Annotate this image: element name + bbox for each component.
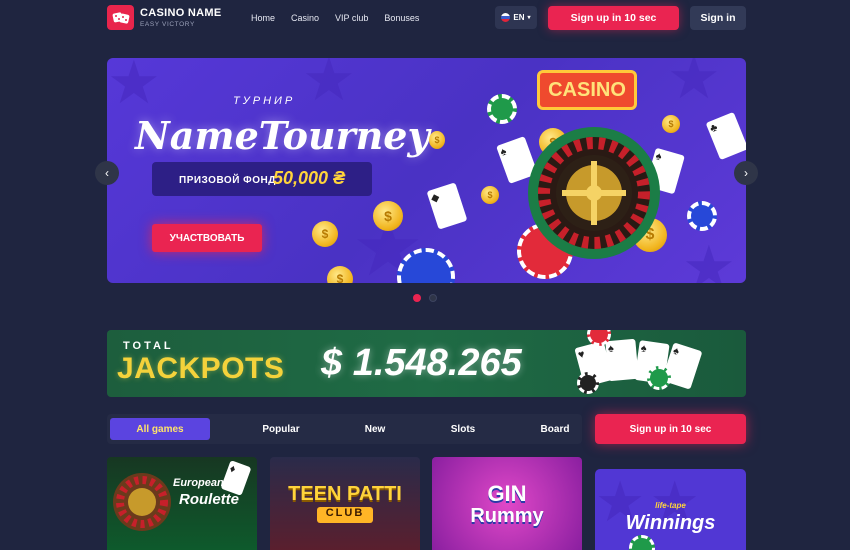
dice-logo-icon[interactable] [107,5,134,30]
jackpot-amount: $ 1.548.265 [321,342,522,384]
signup-side-button[interactable]: Sign up in 10 sec [595,414,746,444]
game-title-line2: CLUB [317,507,373,523]
main-nav: Home Casino VIP club Bonuses [251,13,419,23]
signup-button[interactable]: Sign up in 10 sec [548,6,679,30]
chevron-down-icon: ▾ [527,15,531,21]
coin-icon: $ [373,201,403,231]
tab-board[interactable]: Board [525,418,585,440]
brand-name[interactable]: CASINO NAME [140,7,222,19]
tab-all-games[interactable]: All games [110,418,210,440]
coin-icon: $ [429,131,445,149]
game-tile-gin-rummy[interactable]: GIN Rummy [432,457,582,550]
coin-icon: $ [481,186,499,204]
roulette-wheel-icon [528,127,660,259]
game-title-line1: European [173,477,224,489]
slide-dot-active[interactable] [413,294,421,302]
casino-sign: CASINO [537,70,637,110]
game-tile-european-roulette[interactable]: European Roulette ♦ [107,457,257,550]
jackpot-label: JACKPOTS [117,352,285,385]
jackpot-banner: TOTAL JACKPOTS $ 1.548.265 ♥ ♠ ♠ ♠ [107,330,746,397]
promo-title: Winnings [625,512,716,534]
tournament-banner[interactable]: ★ ★ ★ ★ ★ ТУРНИР NameTourney ПРИЗОВОЙ ФО… [107,58,746,283]
prize-value: 50,000 ₴ [273,168,346,188]
banner-title: NameTourney [135,113,430,158]
coin-icon: $ [327,266,353,283]
chip-icon [647,366,671,390]
game-title-line2: Rummy [470,505,544,527]
game-tile-teen-patti-club[interactable]: TEEN PATTI CLUB [270,457,420,550]
game-title-line1: TEEN PATTI [288,483,402,505]
playing-card-icon: ◆ [426,182,468,230]
coin-icon: $ [312,221,338,247]
playing-card-icon: ♠ [605,338,639,382]
tab-slots[interactable]: Slots [433,418,493,440]
brand-tagline: EASY VICTORY [140,21,195,28]
star-decoration: ★ [667,58,721,111]
nav-casino[interactable]: Casino [291,13,319,23]
nav-home[interactable]: Home [251,13,275,23]
nav-vip-club[interactable]: VIP club [335,13,368,23]
prev-slide-button[interactable]: ‹ [95,161,119,185]
tab-new[interactable]: New [347,418,403,440]
game-category-tabs: All games Popular New Slots Board [107,414,582,444]
star-decoration: ★ [302,58,356,113]
language-code: EN [513,13,525,22]
next-slide-button[interactable]: › [734,161,758,185]
roulette-wheel-icon [113,473,171,531]
banner-subtitle: ТУРНИР [233,95,296,107]
tab-popular[interactable]: Popular [247,418,315,440]
playing-card-icon: ♣ [705,111,746,161]
chip-icon [577,372,599,394]
chip-icon [687,201,717,231]
slide-dot[interactable] [429,294,437,302]
nav-bonuses[interactable]: Bonuses [384,13,419,23]
coin-icon: $ [662,115,680,133]
prize-label: ПРИЗОВОЙ ФОНД [179,175,276,186]
star-decoration: ★ [682,234,736,284]
chip-icon [487,94,517,124]
language-selector[interactable]: EN ▾ [495,6,537,29]
promo-subtitle: life-tape [655,501,686,510]
game-title-line1: GIN [487,481,527,506]
participate-button[interactable]: УЧАСТВОВАТЬ [152,224,262,252]
chip-icon [629,535,655,550]
signin-button[interactable]: Sign in [690,6,746,30]
winnings-promo[interactable]: ★ ★ life-tape Winnings [595,469,746,550]
star-decoration: ★ [107,58,161,116]
game-title-line2: Roulette [179,491,239,508]
flag-icon [501,13,511,22]
jackpot-prefix: TOTAL [123,340,174,352]
site-header: CASINO NAME EASY VICTORY Home Casino VIP… [0,0,850,36]
